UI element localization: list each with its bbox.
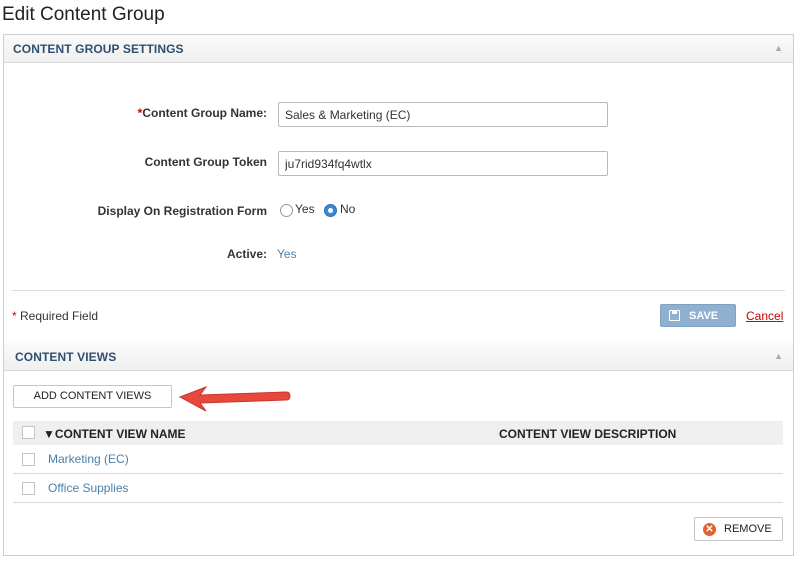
display-no-label[interactable]: No xyxy=(340,202,355,216)
annotation-arrow xyxy=(178,385,291,412)
content-views-section-header[interactable]: CONTENT VIEWS ▲ xyxy=(4,343,793,371)
content-view-name-link[interactable]: Marketing (EC) xyxy=(48,452,129,466)
floppy-disk-icon xyxy=(669,310,680,321)
active-value: Yes xyxy=(277,247,297,261)
content-view-description-column-header: CONTENT VIEW DESCRIPTION xyxy=(499,427,677,441)
required-field-note: * Required Field xyxy=(12,309,99,323)
display-no-radio[interactable] xyxy=(324,204,337,217)
display-on-registration-label: Display On Registration Form xyxy=(97,204,267,218)
save-button[interactable]: SAVE xyxy=(660,304,736,327)
active-label: Active: xyxy=(226,247,267,261)
select-all-checkbox[interactable] xyxy=(22,426,35,439)
table-row: Marketing (EC) xyxy=(13,445,783,474)
settings-section-title: CONTENT GROUP SETTINGS xyxy=(13,42,184,56)
content-views-section-title: CONTENT VIEWS xyxy=(15,350,117,364)
row-checkbox[interactable] xyxy=(22,453,35,466)
page-title: Edit Content Group xyxy=(2,4,165,25)
content-group-name-label: *Content Group Name: xyxy=(137,106,267,120)
collapse-settings-icon[interactable]: ▲ xyxy=(774,43,783,53)
content-group-token-input[interactable] xyxy=(278,151,608,176)
settings-section-header[interactable]: CONTENT GROUP SETTINGS ▲ xyxy=(4,35,793,63)
content-views-table-header: ▼CONTENT VIEW NAME CONTENT VIEW DESCRIPT… xyxy=(13,421,783,445)
content-group-name-input[interactable] xyxy=(278,102,608,127)
display-yes-label[interactable]: Yes xyxy=(295,202,315,216)
content-view-name-link[interactable]: Office Supplies xyxy=(48,481,129,495)
remove-x-icon: ✕ xyxy=(703,523,716,536)
collapse-content-views-icon[interactable]: ▲ xyxy=(774,351,783,361)
display-yes-radio[interactable] xyxy=(280,204,293,217)
edit-content-group-panel: CONTENT GROUP SETTINGS ▲ *Content Group … xyxy=(3,34,794,556)
add-content-views-button[interactable]: ADD CONTENT VIEWS xyxy=(13,385,172,408)
cancel-link[interactable]: Cancel xyxy=(746,309,783,323)
content-group-token-label: Content Group Token xyxy=(144,155,267,169)
form-divider xyxy=(12,290,785,291)
table-row: Office Supplies xyxy=(13,474,783,503)
arrow-shape xyxy=(178,385,291,412)
row-checkbox[interactable] xyxy=(22,482,35,495)
sort-desc-icon: ▼ xyxy=(43,427,55,441)
content-view-name-column-header[interactable]: ▼CONTENT VIEW NAME xyxy=(43,427,186,441)
remove-button[interactable]: ✕ REMOVE xyxy=(694,517,783,541)
